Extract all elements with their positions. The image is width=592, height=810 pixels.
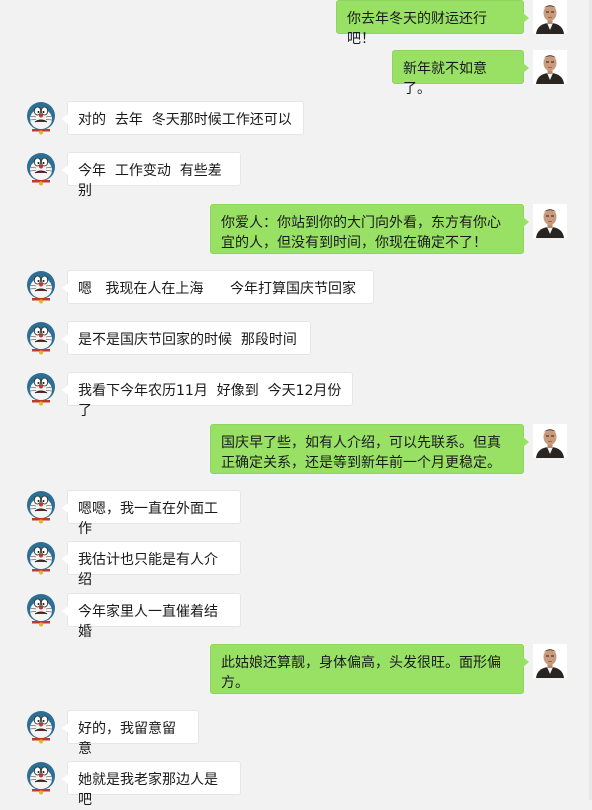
doraemon-avatar[interactable] [24,152,58,186]
doraemon-avatar[interactable] [24,321,58,355]
message-bubble-other[interactable]: 我估计也只能是有人介绍 [62,541,241,588]
message-bubble-other[interactable]: 今年家里人一直催着结婚 [62,593,241,640]
doraemon-avatar[interactable] [24,372,58,406]
message-bubble-self[interactable]: 国庆早了些，如有人介绍，可以先联系。但真正确定关系，还是等到新年前一个月更稳定。 [210,424,529,474]
message-bubble-other[interactable]: 今年 工作变动 有些差别 [62,152,241,199]
doraemon-avatar[interactable] [24,270,58,304]
message-bubble-self[interactable]: 此姑娘还算靓，身体偏高，头发很旺。面形偏方。 [210,644,529,694]
doraemon-avatar[interactable] [24,541,58,575]
message-bubble-other[interactable]: 是不是国庆节回家的时候 那段时间 [62,321,311,355]
doraemon-avatar[interactable] [24,710,58,744]
doraemon-avatar[interactable] [24,101,58,135]
doraemon-avatar[interactable] [24,761,58,795]
message-bubble-self[interactable]: 你爱人：你站到你的大门向外看，东方有你心宜的人，但没有到时间，你现在确定不了！ [210,204,529,254]
man-photo-avatar[interactable] [533,50,567,84]
message-bubble-self[interactable]: 你去年冬天的财运还行吧！ [336,0,529,47]
message-bubble-other[interactable]: 好的，我留意留意 [62,710,199,757]
man-photo-avatar[interactable] [533,644,567,678]
message-bubble-other[interactable]: 对的 去年 冬天那时候工作还可以 [62,101,304,135]
chat-area: 你去年冬天的财运还行吧！ 新年就不如意了。 对的 去年 冬天那时候工作还可以 今… [0,0,592,808]
message-bubble-other[interactable]: 嗯嗯，我一直在外面工作 [62,490,241,537]
message-bubble-other[interactable]: 她就是我老家那边人是吧 [62,761,241,808]
message-bubble-other[interactable]: 我看下今年农历11月 好像到 今天12月份了 [62,372,353,419]
man-photo-avatar[interactable] [533,424,567,458]
doraemon-avatar[interactable] [24,593,58,627]
message-bubble-other[interactable]: 嗯 我现在人在上海 今年打算国庆节回家 [62,270,374,304]
man-photo-avatar[interactable] [533,0,567,34]
man-photo-avatar[interactable] [533,204,567,238]
message-bubble-self[interactable]: 新年就不如意了。 [392,50,529,97]
doraemon-avatar[interactable] [24,490,58,524]
